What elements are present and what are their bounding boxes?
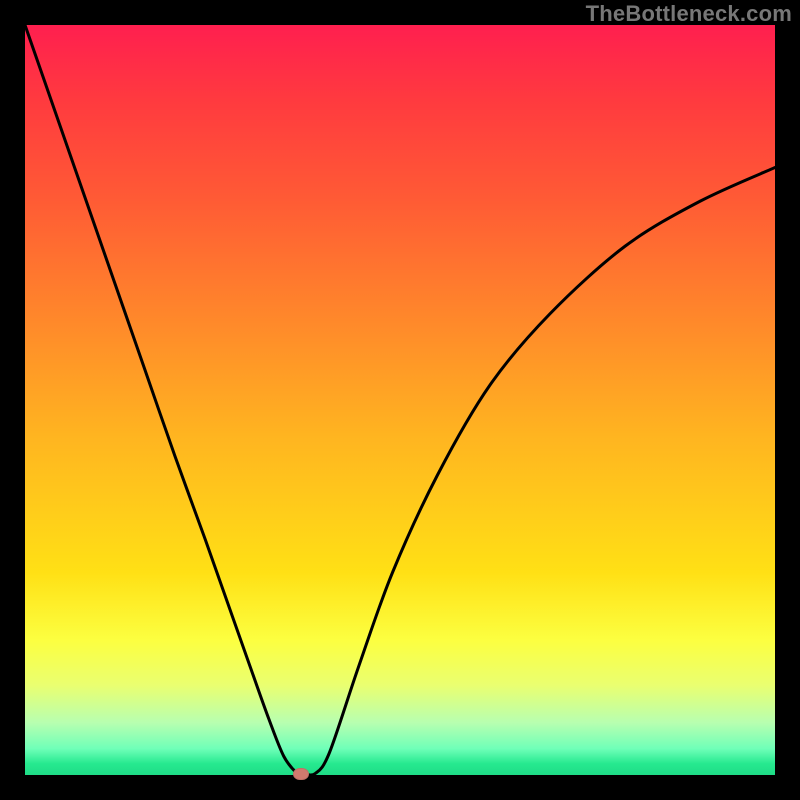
chart-frame: TheBottleneck.com: [0, 0, 800, 800]
bottleneck-curve: [25, 25, 775, 775]
plot-area: [25, 25, 775, 775]
optimum-marker: [293, 768, 309, 780]
watermark-text: TheBottleneck.com: [586, 1, 792, 27]
